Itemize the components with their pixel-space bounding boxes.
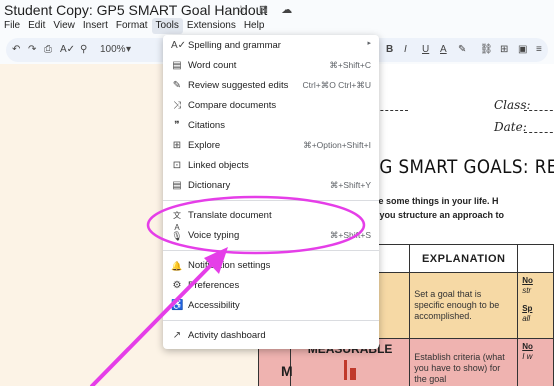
menu-item-label: Activity dashboard bbox=[188, 330, 266, 341]
print-icon[interactable]: ⎙ bbox=[44, 43, 52, 57]
menu-bar: File Edit View Insert Format Tools Exten… bbox=[0, 18, 268, 34]
linked-objects-icon: ⊡ bbox=[172, 160, 182, 171]
spellcheck-toolbar-icon[interactable]: A✓ bbox=[60, 43, 75, 57]
menu-item-label: Linked objects bbox=[188, 160, 249, 171]
highlight-icon[interactable]: ✎ bbox=[458, 43, 466, 57]
preferences-icon: ⚙ bbox=[172, 280, 182, 291]
microphone-icon: 🎙 bbox=[171, 231, 183, 241]
dictionary-icon: ▤ bbox=[172, 180, 182, 191]
title-actions-icons[interactable]: ☆ ⊡ ☁ bbox=[236, 3, 297, 16]
menu-separator bbox=[163, 200, 379, 201]
table-cell: Establish criteria (what you have to sho… bbox=[409, 338, 519, 386]
menu-item-label: Translate document bbox=[188, 210, 272, 221]
text-color-button[interactable]: A bbox=[440, 43, 447, 57]
explore-icon: ⊞ bbox=[172, 140, 182, 151]
menu-insert[interactable]: Insert bbox=[79, 18, 112, 34]
menu-item-label: Dictionary bbox=[188, 180, 231, 191]
document-title[interactable]: Student Copy: GP5 SMART Goal Handout bbox=[4, 2, 267, 18]
zoom-select[interactable]: 100% bbox=[100, 43, 126, 57]
menu-item-preferences[interactable]: ⚙ Preferences bbox=[163, 276, 379, 296]
menu-item-translate-document[interactable]: 文A Translate document bbox=[163, 206, 379, 232]
menu-item-shortcut: Ctrl+⌘O Ctrl+⌘U bbox=[302, 80, 371, 90]
menu-item-shortcut: ⌘+Shift+Y bbox=[329, 180, 371, 190]
bold-button[interactable]: B bbox=[386, 43, 393, 57]
menu-format[interactable]: Format bbox=[112, 18, 152, 34]
menu-view[interactable]: View bbox=[49, 18, 79, 34]
specific-explanation: Set a goal that is specific enough to be… bbox=[414, 289, 500, 321]
menu-item-label: Explore bbox=[188, 140, 221, 151]
translate-icon: 文A bbox=[173, 211, 181, 232]
menu-item-shortcut: ⌘+Shift+S bbox=[329, 230, 371, 240]
tools-menu: A✓ Spelling and grammar ▸ ▤ Word count ⌘… bbox=[163, 35, 379, 349]
ruler-icon bbox=[344, 360, 357, 380]
note-label: No bbox=[522, 276, 533, 285]
menu-separator bbox=[163, 250, 379, 251]
title-bar: Student Copy: GP5 SMART Goal Handout ☆ ⊡… bbox=[0, 0, 554, 38]
italic-button[interactable]: I bbox=[404, 43, 407, 57]
table-cell: Set a goal that is specific enough to be… bbox=[409, 272, 519, 339]
row-letter-m: M bbox=[281, 363, 293, 379]
note-text: I w bbox=[522, 352, 533, 361]
activity-icon: ↗ bbox=[172, 330, 182, 341]
measurable-explanation: Establish criteria (what you have to sho… bbox=[414, 352, 505, 384]
underline-button[interactable]: U bbox=[422, 43, 429, 57]
menu-item-linked-objects[interactable]: ⊡ Linked objects bbox=[163, 156, 379, 176]
menu-extensions[interactable]: Extensions bbox=[183, 18, 240, 34]
table-cell: No I w bbox=[517, 338, 554, 386]
menu-item-compare-documents[interactable]: ⤨ Compare documents bbox=[163, 96, 379, 116]
menu-item-label: Preferences bbox=[188, 280, 240, 291]
compare-icon: ⤨ bbox=[173, 100, 181, 111]
menu-item-citations[interactable]: ❞ Citations bbox=[163, 116, 379, 136]
citations-icon: ❞ bbox=[174, 120, 180, 131]
paint-format-icon[interactable]: ⚲ bbox=[80, 43, 87, 57]
comment-icon[interactable]: ⊞ bbox=[500, 43, 508, 57]
note-label: No bbox=[522, 342, 533, 351]
menu-item-shortcut: ⌘+Shift+C bbox=[329, 60, 371, 70]
spellcheck-icon: A✓ bbox=[171, 40, 187, 51]
align-icon[interactable]: ≡ bbox=[536, 43, 542, 57]
date-blank-line bbox=[524, 132, 554, 133]
table-cell: No str Sp all bbox=[517, 272, 554, 339]
image-icon[interactable]: ▣ bbox=[518, 43, 527, 57]
date-label: Date: bbox=[494, 120, 527, 134]
menu-separator bbox=[163, 320, 379, 321]
menu-item-label: Review suggested edits bbox=[188, 80, 289, 91]
link-icon[interactable]: ⛓ bbox=[480, 43, 493, 57]
menu-item-review-suggested-edits[interactable]: ✎ Review suggested edits Ctrl+⌘O Ctrl+⌘U bbox=[163, 76, 379, 96]
menu-item-accessibility[interactable]: ♿ Accessibility bbox=[163, 296, 379, 316]
menu-item-label: Spelling and grammar bbox=[188, 40, 281, 51]
table-header-explanation: EXPLANATION bbox=[409, 244, 519, 273]
chevron-down-icon[interactable]: ▾ bbox=[126, 43, 131, 57]
menu-file[interactable]: File bbox=[0, 18, 24, 34]
menu-tools[interactable]: Tools bbox=[151, 18, 183, 34]
menu-item-notification-settings[interactable]: 🔔 Notification settings bbox=[163, 256, 379, 276]
submenu-arrow-icon: ▸ bbox=[367, 40, 371, 47]
menu-item-label: Voice typing bbox=[188, 230, 240, 241]
menu-item-label: Accessibility bbox=[188, 300, 240, 311]
table-header-notes bbox=[517, 244, 554, 273]
menu-item-label: Compare documents bbox=[188, 100, 277, 111]
menu-item-label: Word count bbox=[188, 60, 237, 71]
class-blank-line bbox=[524, 110, 554, 111]
menu-item-voice-typing[interactable]: 🎙 Voice typing ⌘+Shift+S bbox=[163, 226, 379, 246]
menu-help[interactable]: Help bbox=[240, 18, 269, 34]
redo-icon[interactable]: ↷ bbox=[28, 43, 36, 57]
review-edits-icon: ✎ bbox=[172, 80, 182, 91]
note-text: str bbox=[522, 286, 532, 295]
menu-item-label: Notification settings bbox=[188, 260, 271, 271]
word-count-icon: ▤ bbox=[172, 60, 182, 71]
note-label: Sp bbox=[522, 304, 533, 313]
menu-item-word-count[interactable]: ▤ Word count ⌘+Shift+C bbox=[163, 56, 379, 76]
undo-icon[interactable]: ↶ bbox=[12, 43, 20, 57]
menu-item-activity-dashboard[interactable]: ↗ Activity dashboard bbox=[163, 326, 379, 346]
menu-edit[interactable]: Edit bbox=[24, 18, 49, 34]
note-text: all bbox=[522, 314, 531, 323]
menu-item-dictionary[interactable]: ▤ Dictionary ⌘+Shift+Y bbox=[163, 176, 379, 196]
menu-item-spelling-and-grammar[interactable]: A✓ Spelling and grammar ▸ bbox=[163, 36, 379, 56]
bell-icon: 🔔 bbox=[171, 261, 183, 271]
menu-item-explore[interactable]: ⊞ Explore ⌘+Option+Shift+I bbox=[163, 136, 379, 156]
menu-item-shortcut: ⌘+Option+Shift+I bbox=[303, 140, 371, 150]
accessibility-icon: ♿ bbox=[171, 300, 184, 311]
menu-item-label: Citations bbox=[188, 120, 225, 131]
